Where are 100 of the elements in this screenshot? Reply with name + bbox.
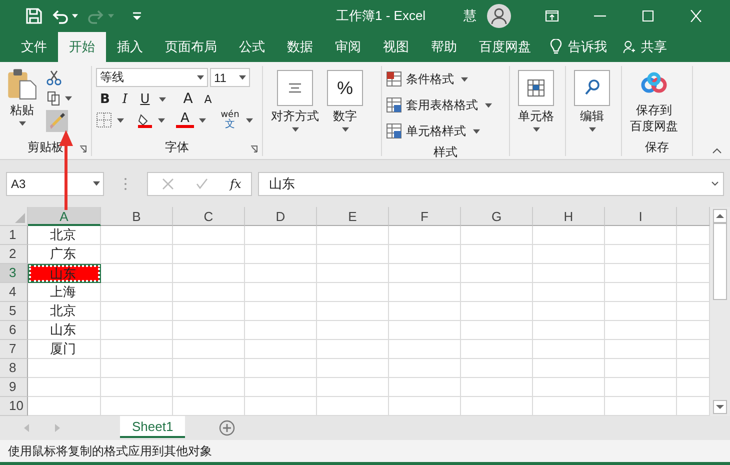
add-sheet-icon[interactable]	[219, 420, 236, 436]
copy-icon[interactable]	[46, 90, 62, 106]
column-header[interactable]: C	[173, 207, 245, 226]
row-header[interactable]: 10	[0, 397, 28, 416]
column-header[interactable]: G	[461, 207, 533, 226]
borders-icon[interactable]	[96, 112, 112, 128]
caret-icon[interactable]	[485, 102, 492, 108]
caret-icon[interactable]	[197, 75, 204, 80]
italic-button[interactable]: I	[116, 92, 134, 106]
styles-menu-button[interactable]: 套用表格格式	[386, 94, 505, 116]
grip-icon[interactable]	[124, 176, 127, 190]
caret-icon[interactable]	[72, 14, 78, 18]
cells-button[interactable]: 单元格	[514, 68, 558, 154]
user-name[interactable]: 慧	[464, 7, 477, 25]
caret-icon[interactable]	[18, 121, 26, 126]
bold-button[interactable]: B	[96, 92, 114, 106]
sheet-tab[interactable]: Sheet1	[120, 416, 186, 438]
caret-icon[interactable]	[65, 96, 72, 100]
column-header[interactable]: I	[605, 207, 677, 226]
column-header[interactable]: D	[245, 207, 317, 226]
dialog-launcher-icon[interactable]	[250, 145, 258, 153]
column-header[interactable]: H	[533, 207, 605, 226]
fill-color-icon[interactable]	[137, 112, 153, 128]
row-header[interactable]: 2	[0, 245, 28, 264]
scroll-thumb[interactable]	[713, 223, 727, 300]
expand-icon[interactable]	[711, 181, 719, 186]
underline-button[interactable]: U	[136, 92, 154, 106]
undo-icon[interactable]	[52, 8, 68, 24]
maximize-icon[interactable]	[640, 10, 655, 22]
column-header[interactable]: A	[28, 207, 101, 226]
table-cell: 北京	[28, 226, 101, 245]
row-header[interactable]: 3	[0, 264, 28, 283]
caret-icon[interactable]	[461, 76, 468, 82]
ribbon-tab[interactable]: 审阅	[324, 32, 372, 62]
decrease-font-button[interactable]: A	[199, 92, 217, 106]
ribbon-tab[interactable]: 公式	[228, 32, 276, 62]
name-box[interactable]: A3	[6, 172, 104, 196]
ribbon-tab[interactable]: 插入	[106, 32, 154, 62]
caret-icon[interactable]	[246, 118, 253, 122]
paste-button[interactable]: 粘贴	[4, 68, 40, 136]
vertical-scrollbar[interactable]	[710, 207, 730, 416]
status-message: 使用鼠标将复制的格式应用到其他对象	[8, 442, 212, 460]
check-icon[interactable]	[196, 178, 208, 190]
phonetic-button[interactable]: wén 文	[219, 111, 241, 129]
scroll-down-icon[interactable]	[713, 400, 727, 414]
ribbon-tab[interactable]: 页面布局	[154, 32, 228, 62]
save-icon[interactable]	[26, 8, 42, 24]
caret-icon[interactable]	[532, 127, 540, 132]
ribbon-tab[interactable]: 视图	[372, 32, 420, 62]
row-header[interactable]: 5	[0, 302, 28, 321]
caret-icon[interactable]	[159, 96, 166, 102]
row-header[interactable]: 4	[0, 283, 28, 302]
caret-icon[interactable]	[93, 181, 100, 186]
column-header[interactable]: E	[317, 207, 389, 226]
increase-font-button[interactable]: A	[179, 91, 197, 107]
save-to-cloud-button[interactable]: 保存到 百度网盘	[626, 68, 682, 136]
ribbon-tab[interactable]: 帮助	[420, 32, 468, 62]
row-header[interactable]: 8	[0, 359, 28, 378]
caret-icon[interactable]	[292, 127, 298, 132]
caret-icon[interactable]	[199, 118, 206, 122]
row-header[interactable]: 6	[0, 321, 28, 340]
styles-menu-button[interactable]: 条件格式	[386, 68, 505, 90]
font-size-field[interactable]: 11	[210, 68, 250, 87]
font-color-button[interactable]: A	[176, 112, 194, 128]
customize-icon[interactable]	[132, 11, 142, 21]
row-header[interactable]: 1	[0, 226, 28, 245]
ribbon-tab[interactable]: 数据	[276, 32, 324, 62]
scroll-up-icon[interactable]	[713, 209, 727, 223]
lightbulb-icon[interactable]	[550, 39, 562, 55]
scissors-icon[interactable]	[46, 70, 62, 86]
column-header[interactable]: B	[101, 207, 173, 226]
tell-me-button[interactable]: 告诉我	[562, 38, 613, 56]
avatar-icon[interactable]	[486, 4, 511, 28]
table-cell	[101, 340, 173, 359]
editing-button[interactable]: 编辑	[570, 68, 614, 154]
dialog-launcher-icon[interactable]	[79, 145, 87, 153]
insert-function-button[interactable]: fx	[230, 176, 242, 190]
collapse-ribbon-icon[interactable]	[712, 148, 722, 154]
formula-field[interactable]: 山东	[258, 172, 724, 196]
font-name-field[interactable]: 等线	[96, 68, 208, 87]
ribbon-display-icon[interactable]	[544, 10, 559, 22]
row-header[interactable]: 7	[0, 340, 28, 359]
number-format-button[interactable]: % 数字	[323, 68, 367, 154]
share-button[interactable]: 共享	[635, 38, 673, 56]
row-header[interactable]: 9	[0, 378, 28, 397]
caret-icon[interactable]	[239, 75, 246, 80]
caret-icon[interactable]	[158, 118, 165, 122]
alignment-button[interactable]: 对齐方式	[267, 68, 323, 154]
caret-icon[interactable]	[473, 128, 480, 134]
styles-menu-button[interactable]: 单元格样式	[386, 120, 505, 142]
ribbon-tab[interactable]: 文件	[10, 32, 58, 62]
caret-icon[interactable]	[588, 127, 596, 132]
share-person-icon[interactable]	[623, 39, 635, 55]
ribbon-tab[interactable]: 百度网盘	[468, 32, 542, 62]
table-cell	[173, 226, 245, 245]
caret-icon[interactable]	[342, 127, 348, 132]
ribbon-tab[interactable]: 开始	[58, 32, 106, 62]
column-header[interactable]: F	[389, 207, 461, 226]
caret-icon[interactable]	[117, 118, 124, 122]
close-icon[interactable]	[688, 10, 703, 22]
